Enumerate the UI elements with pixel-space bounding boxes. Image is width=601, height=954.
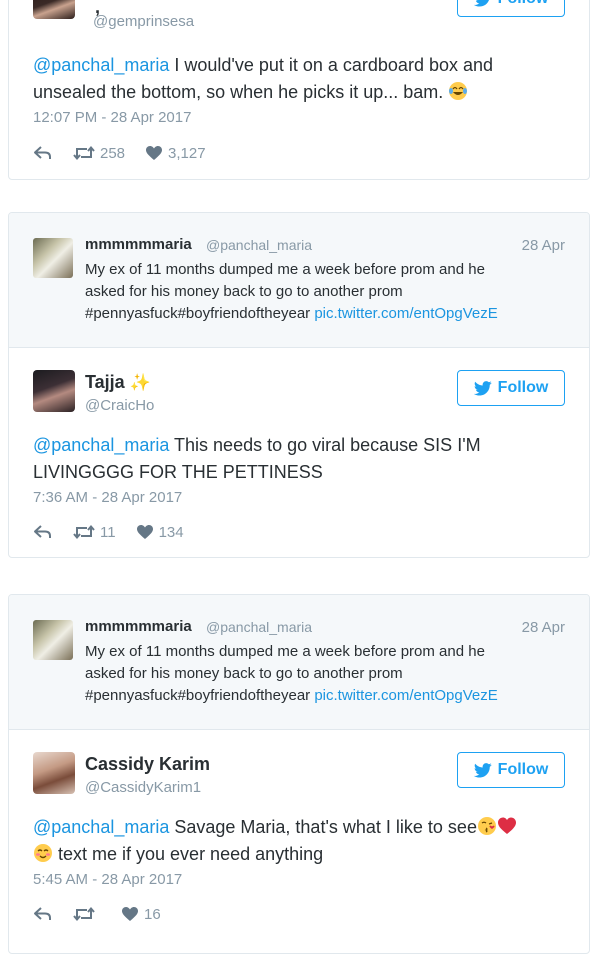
quoted-tweet[interactable]: mmmmmmaria @panchal_maria 28 Apr My ex o… [9,595,589,730]
quoted-tweet[interactable]: mmmmmmaria @panchal_maria 28 Apr My ex o… [9,213,589,348]
heart-icon [136,525,153,539]
tweet-card-2: mmmmmmaria @panchal_maria 28 Apr My ex o… [8,212,590,558]
twitter-bird-icon [473,762,492,778]
tweet-text-line-1: I would've put it on a cardboard box and [169,55,494,75]
timestamp[interactable]: 7:36 AM - 28 Apr 2017 [33,489,182,506]
pic-link[interactable]: pic.twitter.com/entOpgVezE [314,687,497,704]
retweet-icon [73,524,95,540]
red-heart-emoji-icon [497,817,516,834]
twitter-bird-icon [473,0,489,7]
display-name-text: Tajja [85,372,125,392]
kiss-face-emoji-icon [477,817,496,835]
like-action[interactable]: 3,127 [145,145,206,162]
heart-icon [146,146,163,160]
hashtags[interactable]: #pennyasfuck#boyfriendoftheyear [85,305,310,322]
display-name[interactable]: Cassidy Karim [85,754,210,775]
tweet-card-3: mmmmmmaria @panchal_maria 28 Apr My ex o… [8,594,590,954]
hashtags[interactable]: #pennyasfuck#boyfriendoftheyear [85,687,310,704]
tweet-text-line-2: unsealed the bottom, so when he picks it… [33,82,444,102]
follow-button[interactable]: Follow [457,370,565,406]
quoted-text-line-2: asked for his money back to go to anothe… [85,283,403,300]
timestamp[interactable]: 12:07 PM - 28 Apr 2017 [33,109,191,126]
tweet-text: @panchal_maria I would've put it on a ca… [33,52,573,106]
quoted-display-name[interactable]: mmmmmmaria [85,236,192,253]
like-count: 3,127 [168,144,206,162]
retweet-icon [73,145,95,161]
reply-icon[interactable] [33,145,53,161]
quoted-display-name[interactable]: mmmmmmaria [85,618,192,635]
action-bar: 258 3,127 [33,143,206,163]
quoted-text-line-1: My ex of 11 months dumped me a week befo… [85,643,485,660]
like-count: 134 [158,523,184,541]
tweet-card-1: , @gemprinsesa Follow @panchal_maria I w… [8,0,590,180]
tweet-text-line-1: Savage Maria, that's what I like to see [169,817,477,837]
retweet-action[interactable]: 258 [73,145,125,162]
retweet-action[interactable] [73,906,95,922]
sparkles-emoji-icon: ✨ [129,373,151,392]
retweet-count: 258 [100,144,126,162]
retweet-count: 11 [100,523,116,541]
follow-button[interactable]: Follow [457,0,565,17]
like-count: 16 [144,905,161,923]
quoted-avatar[interactable] [33,238,73,278]
follow-button[interactable]: Follow [457,752,565,788]
like-action[interactable]: 16 [121,906,161,923]
avatar[interactable] [33,0,75,19]
quoted-text: My ex of 11 months dumped me a week befo… [85,259,555,325]
quoted-avatar[interactable] [33,620,73,660]
tweet-text-line-1: This needs to go viral because SIS I'M [169,435,481,455]
quoted-handle[interactable]: @panchal_maria [206,237,312,253]
follow-label: Follow [498,0,549,8]
user-handle[interactable]: @CassidyKarim1 [85,779,201,796]
blushing-face-emoji-icon [34,844,52,862]
pic-link[interactable]: pic.twitter.com/entOpgVezE [314,305,497,322]
heart-icon [122,907,138,921]
mention-link[interactable]: @panchal_maria [33,817,169,837]
avatar[interactable] [33,370,75,412]
tweet-text: @panchal_maria This needs to go viral be… [33,432,573,486]
tweet-text: @panchal_maria Savage Maria, that's what… [33,814,573,868]
avatar[interactable] [33,752,75,794]
tears-of-joy-emoji-icon [449,82,468,100]
mention-link[interactable]: @panchal_maria [33,55,169,75]
timestamp[interactable]: 5:45 AM - 28 Apr 2017 [33,871,182,888]
quoted-handle[interactable]: @panchal_maria [206,619,312,635]
follow-label: Follow [497,761,549,778]
quoted-text-line-1: My ex of 11 months dumped me a week befo… [85,261,485,278]
twitter-bird-icon [473,380,492,396]
retweet-icon [73,906,95,922]
quoted-text: My ex of 11 months dumped me a week befo… [85,641,555,707]
quoted-text-line-2: asked for his money back to go to anothe… [85,665,403,682]
follow-label: Follow [497,379,549,396]
like-action[interactable]: 134 [136,524,184,541]
quoted-date[interactable]: 28 Apr [522,619,565,636]
quoted-date[interactable]: 28 Apr [522,237,565,254]
reply-icon[interactable] [33,524,53,540]
retweet-action[interactable]: 11 [73,524,116,541]
reply-icon[interactable] [33,906,53,922]
tweet-text-line-2: LIVINGGGG FOR THE PETTINESS [33,462,323,482]
user-handle[interactable]: @gemprinsesa [93,13,194,30]
action-bar: 16 [33,904,161,924]
display-name[interactable]: Tajja ✨ [85,372,151,393]
mention-link[interactable]: @panchal_maria [33,435,169,455]
action-bar: 11 134 [33,522,184,542]
user-handle[interactable]: @CraicHo [85,397,154,414]
tweet-text-line-2: text me if you ever need anything [53,844,324,864]
